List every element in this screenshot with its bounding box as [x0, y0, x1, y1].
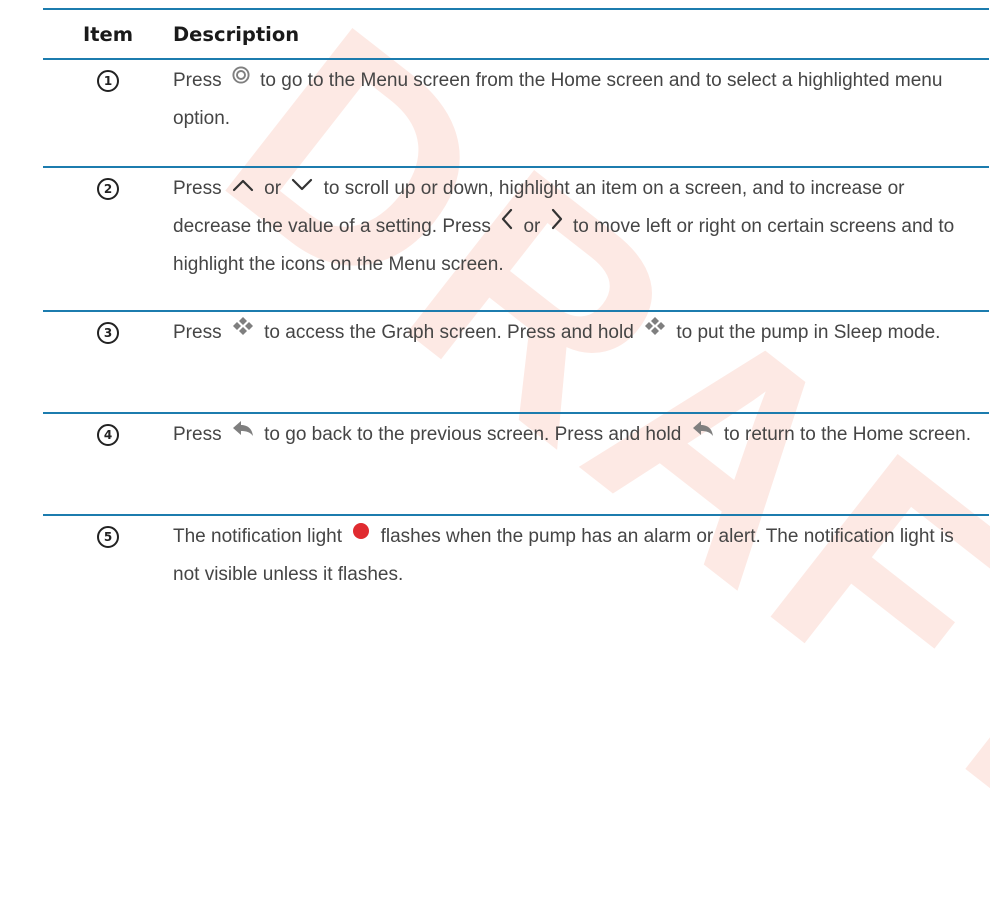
item-number-4: 4 [97, 424, 119, 446]
table-header-row: Item Description [43, 8, 989, 60]
down-arrow-icon [291, 168, 313, 206]
right-arrow-icon [551, 206, 563, 244]
table-row: 4 Press to go back to the previous scree… [43, 413, 989, 516]
table-row: 5 The notification light flashes when th… [43, 515, 989, 622]
select-button-icon [232, 60, 250, 98]
table-row: 1 Press to go to the Menu screen from th… [43, 59, 989, 168]
back-arrow-icon [232, 414, 254, 452]
description-2: Press or to scroll up or down, highlight… [173, 167, 989, 312]
table-row: 3 Press to access the Graph screen. Pres… [43, 311, 989, 414]
item-number-5: 5 [97, 526, 119, 548]
item-number-1: 1 [97, 70, 119, 92]
description-4: Press to go back to the previous screen.… [173, 413, 989, 516]
header-description: Description [173, 8, 989, 60]
description-1: Press to go to the Menu screen from the … [173, 59, 989, 168]
table-row: 2 Press or to scroll up or down, highlig… [43, 167, 989, 312]
button-description-table: Item Description 1 Press to go to the Me… [43, 8, 989, 622]
graph-button-icon [644, 312, 666, 350]
description-3: Press to access the Graph screen. Press … [173, 311, 989, 414]
description-5: The notification light flashes when the … [173, 515, 989, 622]
item-number-3: 3 [97, 322, 119, 344]
back-arrow-icon [692, 414, 714, 452]
left-arrow-icon [501, 206, 513, 244]
item-number-2: 2 [97, 178, 119, 200]
header-item: Item [43, 8, 173, 60]
graph-button-icon [232, 312, 254, 350]
up-arrow-icon [232, 168, 254, 206]
